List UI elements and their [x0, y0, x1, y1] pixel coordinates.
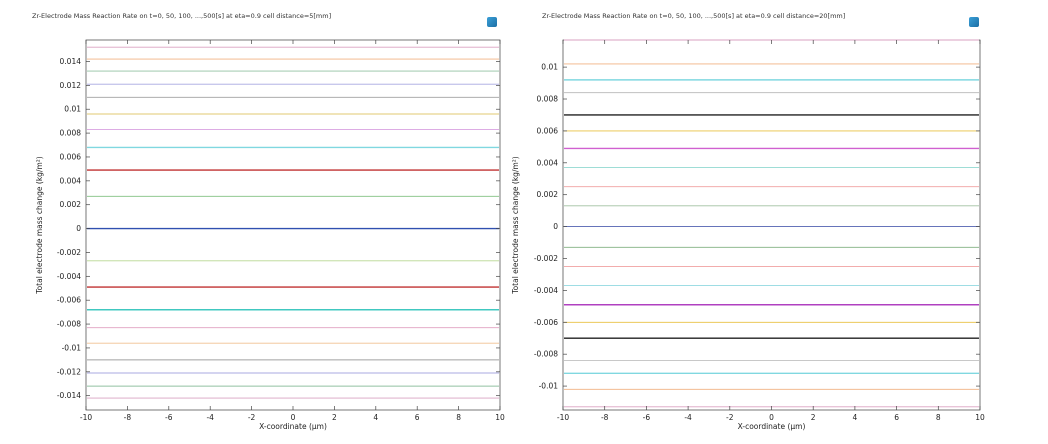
y-tick-label: 0.01 — [541, 63, 558, 72]
x-tick-label: 8 — [456, 413, 461, 422]
y-tick-label: -0.002 — [534, 254, 558, 263]
y-tick-label: -0.002 — [57, 248, 81, 257]
x-tick-label: -6 — [165, 413, 173, 422]
y-tick-label: 0.006 — [60, 152, 82, 161]
chart-svg: 0.014 0.012 0.01 0.008 0.006 0.004 0.002 0 -0.00… — [35, 39, 505, 431]
chart-svg: 0.01 0.008 0.006 0.004 0.002 0 -0.002 -0.004 -0.… — [511, 39, 985, 431]
x-tick-label: 6 — [415, 413, 420, 422]
y-tick-label: -0.008 — [534, 350, 558, 359]
y-tick-label: -0.012 — [57, 367, 81, 376]
y-tick-label: -0.014 — [57, 391, 81, 400]
x-tick-label: -10 — [557, 413, 569, 422]
y-tick-label: 0.014 — [60, 57, 82, 66]
y-tick-label: -0.004 — [57, 272, 81, 281]
x-tick-label: -2 — [248, 413, 256, 422]
x-tick-label: -10 — [80, 413, 92, 422]
y-tick-label: -0.01 — [62, 343, 82, 352]
x-tick-label: 10 — [495, 413, 505, 422]
x-tick-label: 2 — [332, 413, 337, 422]
x-tick-label: 0 — [291, 413, 296, 422]
plot-area — [562, 39, 981, 411]
y-tick-label: 0.004 — [60, 176, 82, 185]
x-tick-label: -2 — [726, 413, 734, 422]
y-tick-label: 0.004 — [537, 158, 559, 167]
y-tick-label: 0.008 — [60, 129, 82, 138]
x-tick-label: 4 — [853, 413, 858, 422]
y-tick-label: 0 — [76, 224, 81, 233]
x-tick-label: 10 — [975, 413, 985, 422]
y-tick-label: -0.004 — [534, 286, 558, 295]
x-axis-label: X-coordinate (μm) — [259, 422, 327, 431]
y-axis-label: Total electrode mass change (kg/m²) — [511, 156, 520, 294]
y-tick-label: -0.006 — [57, 296, 81, 305]
y-tick-label: 0.002 — [60, 200, 82, 209]
y-tick-label: -0.006 — [534, 318, 558, 327]
y-tick-label: 0.006 — [537, 126, 559, 135]
x-tick-label: -8 — [601, 413, 609, 422]
y-tick-label: -0.01 — [539, 382, 559, 391]
y-tick-label: 0 — [553, 222, 558, 231]
chart-panel-left: Zr-Electrode Mass Reaction Rate on t=0, … — [0, 0, 520, 444]
y-tick-label: 0.01 — [64, 105, 81, 114]
x-axis-label: X-coordinate (μm) — [738, 422, 806, 431]
x-tick-label: 2 — [811, 413, 816, 422]
x-tick-label: 8 — [936, 413, 941, 422]
x-tick-label: 6 — [894, 413, 899, 422]
x-tick-label: -4 — [684, 413, 692, 422]
plot-area — [85, 39, 501, 411]
chart-panel-right: Zr-Electrode Mass Reaction Rate on t=0, … — [510, 0, 1048, 444]
x-tick-label: 4 — [373, 413, 378, 422]
y-axis-label: Total electrode mass change (kg/m²) — [35, 156, 44, 294]
y-tick-label: 0.008 — [537, 95, 559, 104]
x-tick-label: 0 — [769, 413, 774, 422]
y-tick-label: 0.002 — [537, 190, 559, 199]
x-tick-label: -4 — [206, 413, 214, 422]
y-tick-label: -0.008 — [57, 320, 81, 329]
y-tick-label: 0.012 — [60, 81, 82, 90]
x-tick-label: -8 — [124, 413, 132, 422]
x-tick-label: -6 — [643, 413, 651, 422]
